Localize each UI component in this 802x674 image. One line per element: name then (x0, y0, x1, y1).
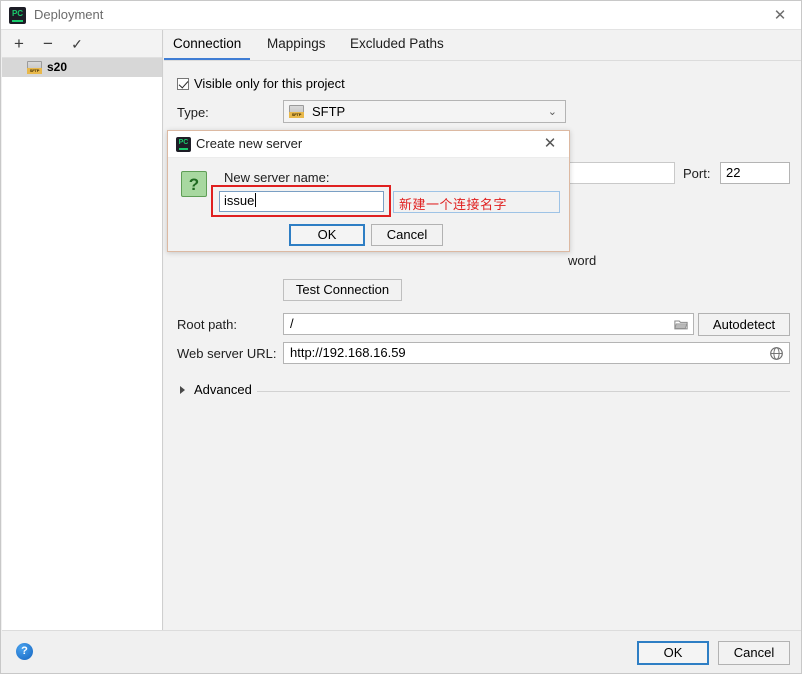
visible-only-label: Visible only for this project (194, 76, 345, 91)
port-label: Port: (683, 166, 711, 181)
tab-excluded-paths[interactable]: Excluded Paths (350, 36, 444, 59)
port-input[interactable]: 22 (720, 162, 790, 184)
tab-mappings[interactable]: Mappings (267, 36, 326, 59)
chevron-right-icon (180, 386, 185, 394)
dialog-ok-button[interactable]: OK (289, 224, 365, 246)
text-caret (255, 193, 257, 207)
advanced-divider (257, 391, 790, 392)
add-server-button[interactable]: + (8, 34, 30, 54)
dialog-title: Create new server (196, 136, 303, 151)
question-mark-icon: ? (181, 171, 207, 197)
ok-button[interactable]: OK (637, 641, 709, 665)
web-server-url-value: http://192.168.16.59 (290, 345, 406, 360)
sidebar-item-label: s20 (47, 60, 68, 74)
web-server-url-label: Web server URL: (177, 346, 277, 361)
web-server-url-input[interactable]: http://192.168.16.59 (283, 342, 790, 364)
cancel-button[interactable]: Cancel (718, 641, 790, 665)
type-select[interactable]: SFTP ⌄ (283, 100, 566, 123)
window-titlebar: PC Deployment ✕ (1, 1, 801, 30)
root-path-value: / (290, 316, 294, 331)
checkbox-icon (177, 78, 189, 90)
window-title: Deployment (34, 7, 104, 22)
root-path-label: Root path: (177, 317, 237, 332)
chevron-down-icon: ⌄ (547, 106, 557, 118)
test-connection-button[interactable]: Test Connection (283, 279, 402, 301)
create-new-server-dialog: PC Create new server ✕ ? New server name… (167, 130, 570, 252)
new-server-name-value: issue (224, 193, 255, 208)
servers-sidebar: + − ✓ s20 (2, 30, 163, 632)
pycharm-logo-icon: PC (9, 7, 26, 24)
close-icon[interactable]: ✕ (541, 135, 559, 153)
type-label: Type: (177, 105, 209, 120)
use-as-default-button[interactable]: ✓ (66, 34, 88, 54)
help-icon[interactable]: ? (16, 643, 33, 660)
new-server-name-input[interactable]: issue (219, 191, 384, 212)
tab-divider (164, 60, 801, 61)
pycharm-logo-icon: PC (176, 137, 191, 152)
remove-server-button[interactable]: − (37, 34, 59, 54)
root-path-input[interactable]: / (283, 313, 694, 335)
new-server-name-label: New server name: (224, 170, 330, 185)
close-icon[interactable]: ✕ (765, 6, 795, 26)
advanced-section-toggle[interactable]: Advanced (177, 382, 790, 400)
dialog-titlebar: PC Create new server ✕ (168, 131, 569, 158)
advanced-label: Advanced (194, 382, 252, 397)
folder-icon[interactable] (674, 318, 688, 330)
tab-connection[interactable]: Connection (163, 36, 251, 60)
connection-panel: Connection Mappings Excluded Paths Visib… (163, 30, 801, 632)
password-label-fragment: word (568, 253, 597, 268)
annotation-text: 新建一个连接名字 (399, 198, 508, 213)
host-input[interactable] (563, 162, 675, 184)
dialog-cancel-button[interactable]: Cancel (371, 224, 443, 246)
dialog-footer: ? OK Cancel (2, 630, 801, 672)
sidebar-toolbar: + − ✓ (2, 30, 162, 58)
tab-bar: Connection Mappings Excluded Paths (163, 30, 801, 61)
annotation-callout: 新建一个连接名字 (393, 191, 560, 213)
sftp-server-icon (27, 61, 42, 74)
deployment-window: PC Deployment ✕ + − ✓ s20 Connection Map… (0, 0, 802, 674)
visible-only-checkbox[interactable]: Visible only for this project (177, 76, 345, 91)
type-value: SFTP (312, 104, 346, 119)
sftp-icon (289, 105, 304, 118)
globe-icon[interactable] (769, 346, 784, 361)
sidebar-item-s20[interactable]: s20 (2, 58, 162, 77)
autodetect-button[interactable]: Autodetect (698, 313, 790, 336)
